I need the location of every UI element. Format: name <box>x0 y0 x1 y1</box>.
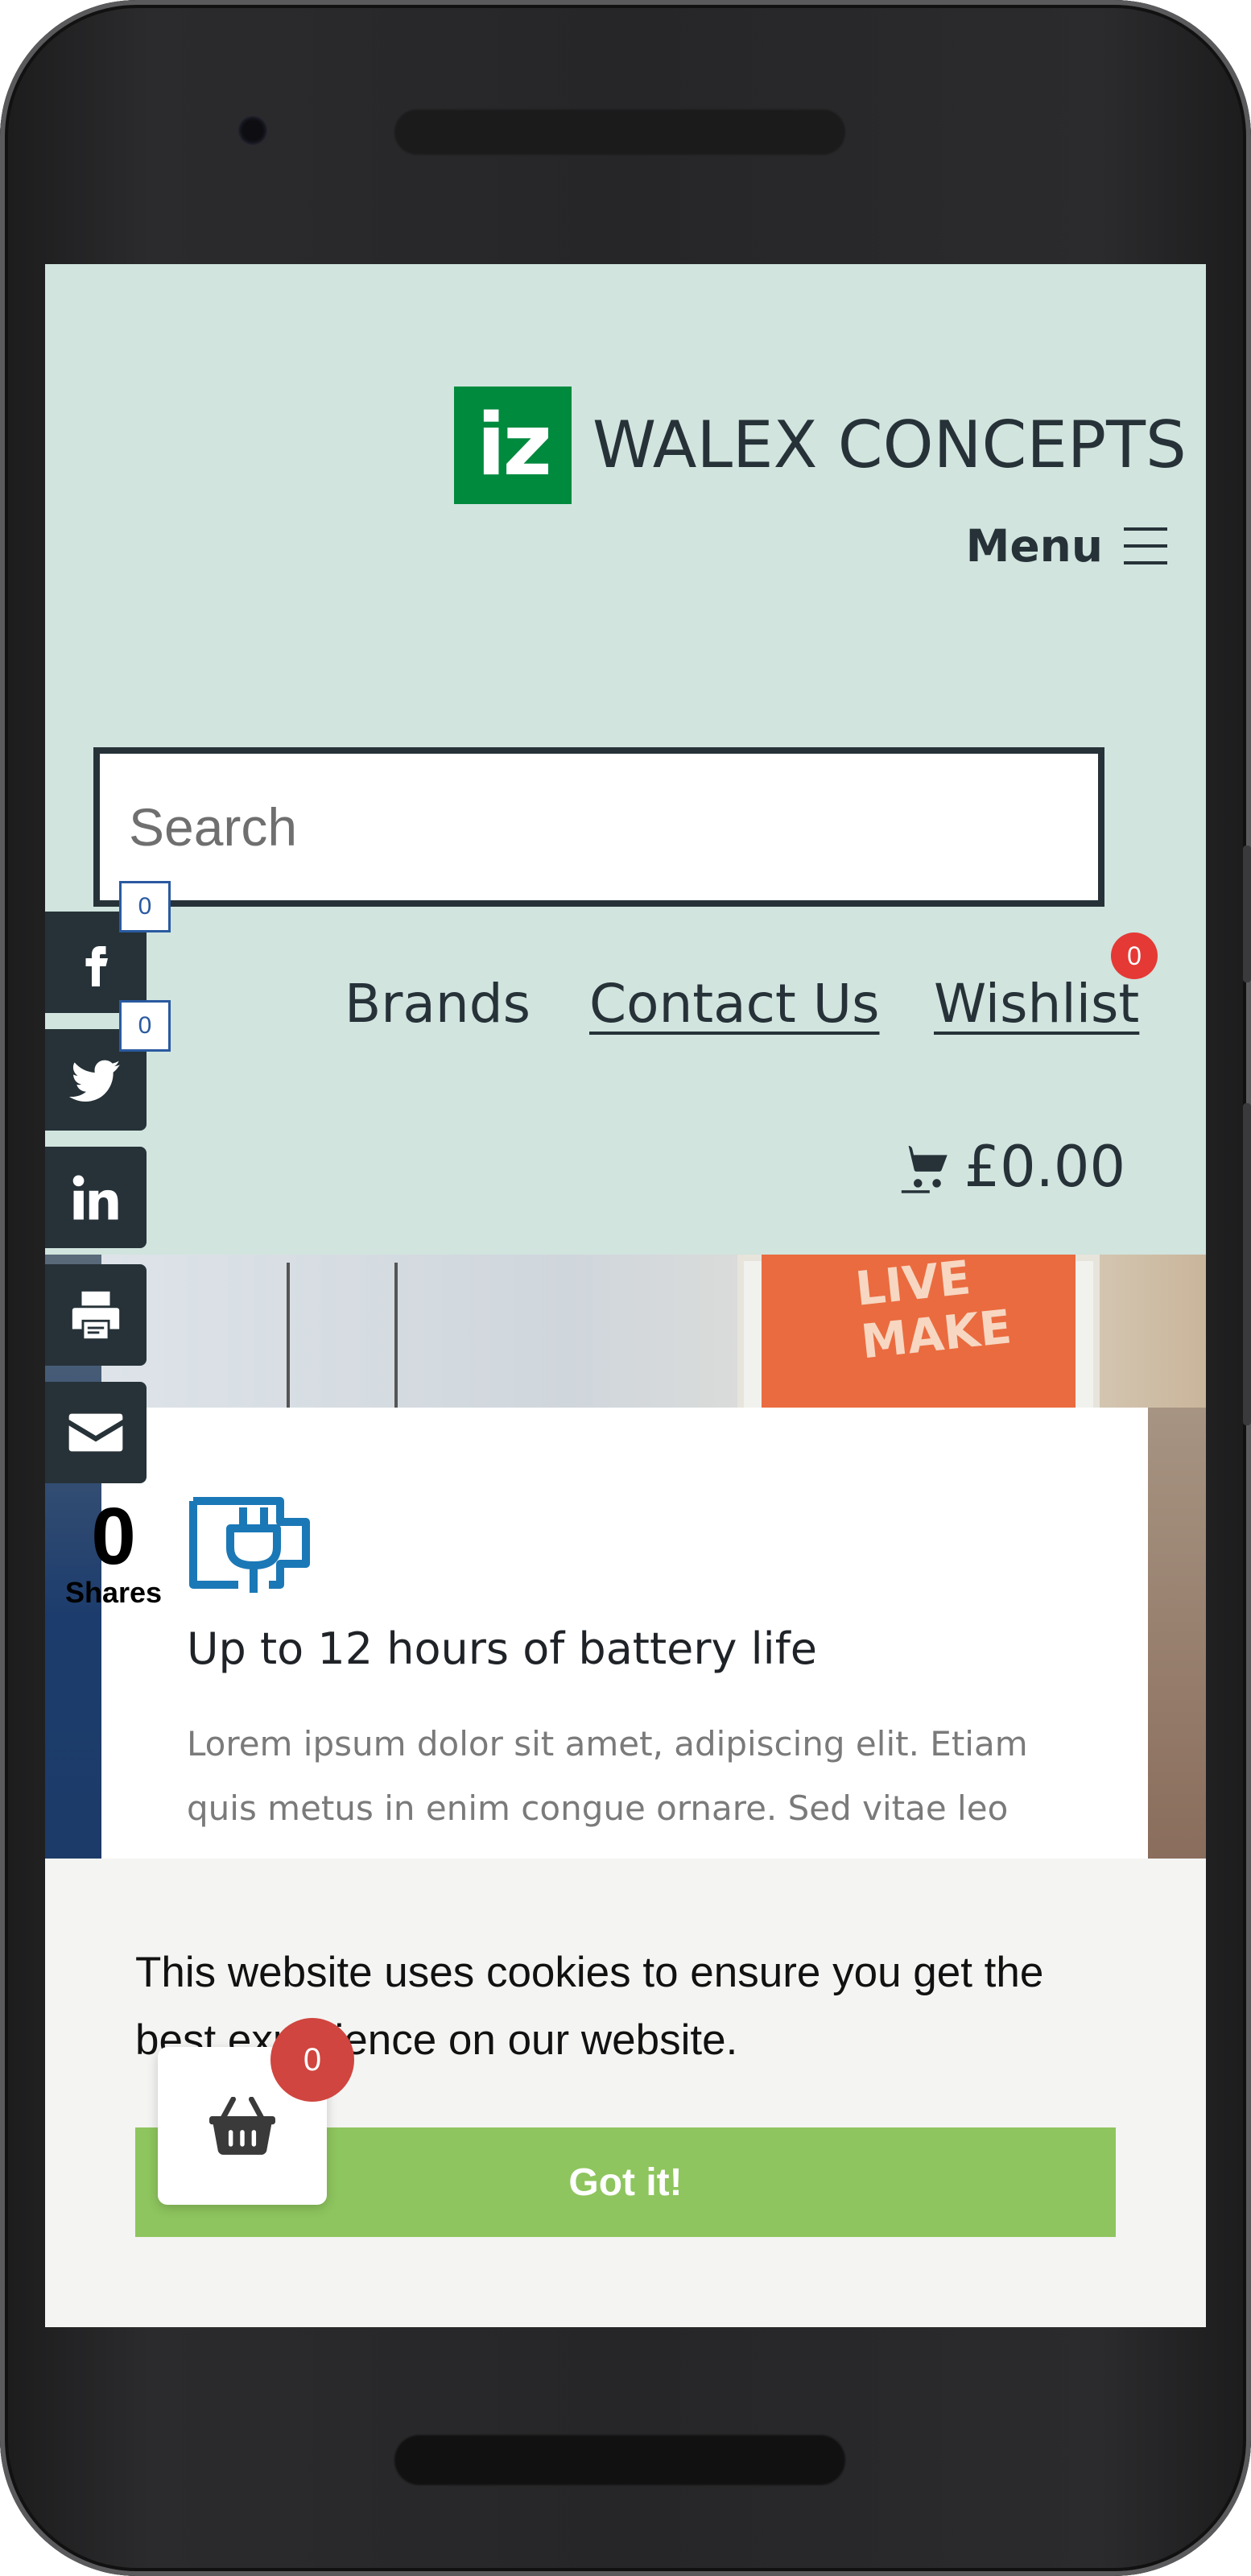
side-button <box>1243 846 1251 982</box>
shares-total: 0 Shares <box>45 1496 182 1609</box>
cart-icon <box>901 1145 948 1193</box>
feature-title: Up to 12 hours of battery life <box>187 1623 817 1674</box>
brand-name[interactable]: WALEX CONCEPTS <box>592 401 1187 490</box>
nav-contact-us[interactable]: Contact Us <box>589 973 879 1035</box>
menu-toggle[interactable]: Menu <box>966 520 1167 572</box>
feature-text: Lorem ipsum dolor sit amet, adipiscing e… <box>187 1724 1028 1828</box>
twitter-icon <box>69 1060 120 1102</box>
screen: iz WALEX CONCEPTS Menu Brands Contact Us… <box>45 264 1206 2327</box>
email-icon <box>68 1413 123 1452</box>
print-icon <box>72 1291 120 1339</box>
bottom-speaker <box>394 2435 845 2485</box>
wishlist-count-badge: 0 <box>1111 932 1158 979</box>
shares-count: 0 <box>91 1491 136 1582</box>
front-camera <box>238 116 267 145</box>
facebook-share-count: 0 <box>119 881 171 932</box>
site-header: iz WALEX CONCEPTS Menu Brands Contact Us… <box>45 264 1206 1255</box>
hamburger-icon <box>1124 526 1167 566</box>
nav-brands[interactable]: Brands <box>345 973 531 1035</box>
print-share-button[interactable] <box>45 1264 147 1366</box>
search-input[interactable] <box>100 754 1098 900</box>
phone-frame: iz WALEX CONCEPTS Menu Brands Contact Us… <box>0 0 1251 2576</box>
hero-sketch-shape <box>287 1263 398 1411</box>
email-share-button[interactable] <box>45 1382 147 1483</box>
battery-plug-icon <box>189 1497 310 1593</box>
site-logo[interactable]: iz <box>454 387 572 504</box>
earpiece-speaker <box>394 110 845 155</box>
hero-poster-text: LIVE MAKE <box>853 1255 1014 1370</box>
facebook-icon <box>85 946 108 986</box>
search-box <box>93 747 1104 907</box>
mini-cart-count-badge: 0 <box>270 2018 354 2102</box>
volume-button <box>1243 1103 1251 1425</box>
hero-right-shape <box>1148 1408 1206 1859</box>
linkedin-share-button[interactable] <box>45 1147 147 1248</box>
cart-total: £0.00 <box>964 1134 1125 1200</box>
basket-icon <box>209 2097 275 2155</box>
nav-wishlist[interactable]: Wishlist <box>934 973 1139 1035</box>
cart-link[interactable]: £0.00 <box>897 1134 1125 1200</box>
menu-label: Menu <box>965 520 1103 572</box>
linkedin-icon <box>72 1175 118 1220</box>
shares-label: Shares <box>64 1576 163 1609</box>
twitter-share-count: 0 <box>119 1000 171 1052</box>
feature-card: Up to 12 hours of battery life Lorem ips… <box>101 1408 1148 1859</box>
